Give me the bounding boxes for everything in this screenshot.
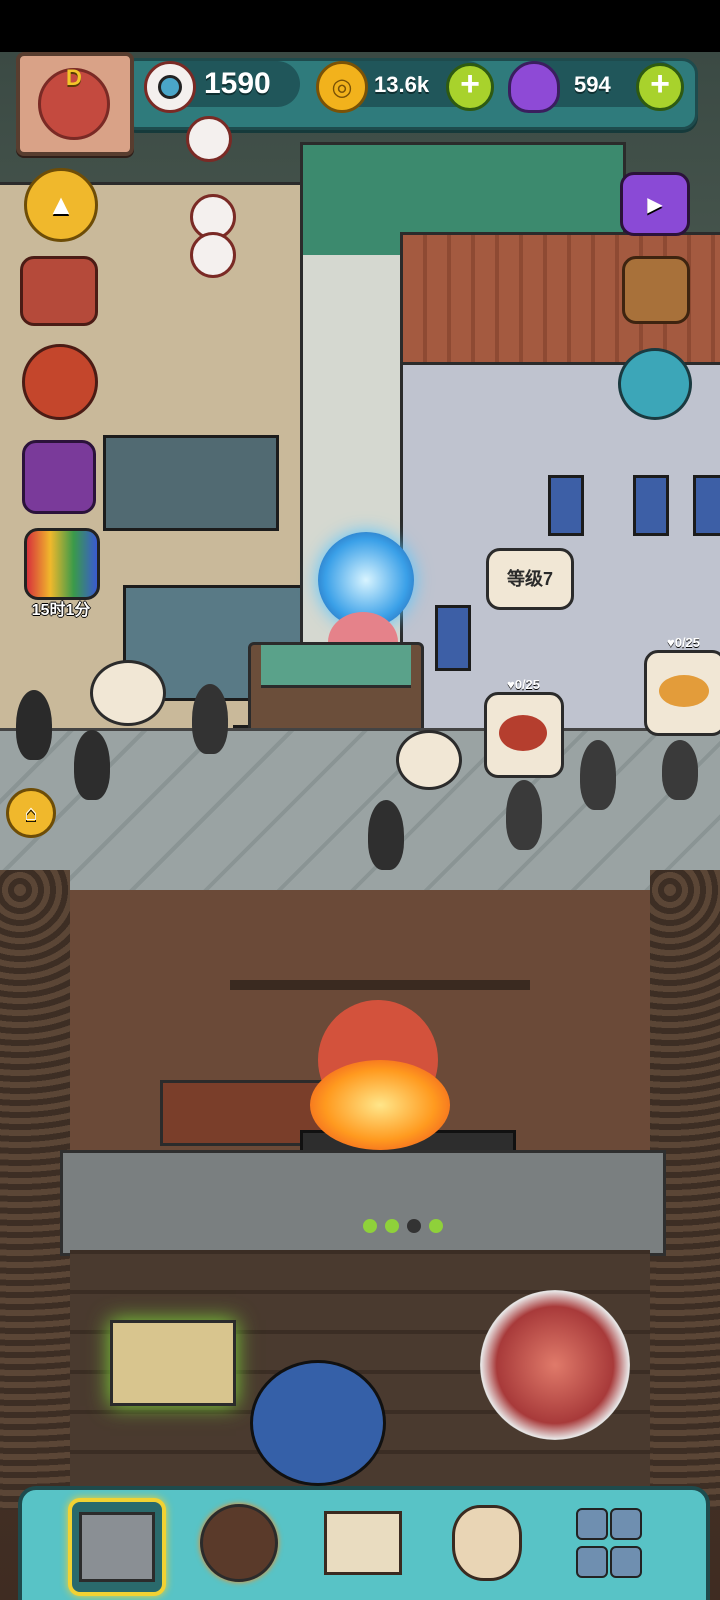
game-screen: 等级7 ♥0/25 ♥0/25 D 1590 ◎ 13.6k + 594 + ▲… — [0, 0, 720, 1600]
nav-grid-button[interactable] — [562, 1498, 652, 1588]
event-gift-icon[interactable] — [24, 528, 100, 600]
potion-count: 594 — [574, 72, 611, 97]
restaurant-icon — [79, 1512, 155, 1582]
nav-monster-button[interactable] — [194, 1498, 284, 1588]
grid-icon — [576, 1508, 642, 1578]
order-count: ♥0/25 — [667, 635, 701, 650]
customer[interactable] — [580, 740, 616, 810]
dish-icon — [659, 675, 709, 707]
customer[interactable] — [16, 690, 52, 760]
eyeball-counter: 1590 — [144, 61, 300, 113]
home-icon[interactable]: ⌂ — [6, 788, 56, 838]
play-icon: ▶ — [647, 193, 663, 216]
order-count: ♥0/25 — [507, 677, 541, 692]
eyeball-icon — [144, 61, 196, 113]
event-timer: 15时1分 — [31, 602, 91, 619]
customer[interactable] — [506, 780, 542, 850]
building-window — [103, 435, 279, 531]
book-icon — [324, 1511, 402, 1575]
eyeball-reward[interactable] — [190, 232, 236, 278]
customer[interactable] — [74, 730, 110, 800]
level-bubble[interactable]: 等级7 — [486, 548, 574, 610]
coin-counter: ◎ 13.6k + — [316, 61, 494, 113]
customer[interactable] — [192, 684, 228, 754]
kitchen-light — [363, 1219, 377, 1233]
level-text: 等级7 — [506, 569, 553, 589]
nav-restaurant-button[interactable] — [68, 1498, 166, 1596]
kitchen-shelf — [230, 980, 530, 990]
add-coins-button[interactable]: + — [446, 63, 494, 111]
chevron-up-icon: ▲ — [47, 189, 75, 220]
top-hud: D 1590 ◎ 13.6k + 594 + — [0, 52, 720, 156]
order-bubble[interactable]: ♥0/25 — [484, 677, 564, 778]
building-window — [435, 605, 471, 671]
tv-ad-icon[interactable]: ▶ — [620, 172, 690, 236]
monster-icon — [200, 1504, 278, 1582]
dish-icon — [499, 715, 547, 751]
swirl-portal[interactable] — [480, 1290, 630, 1440]
gift-box-icon[interactable] — [20, 256, 98, 326]
collapse-up-button[interactable]: ▲ — [24, 168, 98, 242]
kitchen-light — [407, 1219, 421, 1233]
thought-bubble[interactable] — [396, 730, 462, 790]
nav-recipes-button[interactable] — [318, 1498, 408, 1588]
monster-eggs-icon[interactable] — [618, 348, 692, 420]
player-avatar[interactable]: D — [16, 52, 134, 156]
kitchen-floor — [60, 1150, 666, 1256]
potion-counter: 594 + — [508, 61, 684, 113]
coin-count: 13.6k — [374, 72, 430, 97]
status-bar — [0, 0, 720, 52]
order-bubble[interactable]: ♥0/25 — [644, 635, 720, 736]
nav-shop-button[interactable] — [442, 1498, 532, 1588]
cards-icon[interactable] — [22, 440, 96, 514]
coin-icon: ◎ — [316, 61, 368, 113]
building-window — [548, 475, 584, 536]
eyeball-count: 1590 — [204, 67, 271, 100]
backpack-icon[interactable] — [622, 256, 690, 324]
cauldron-monster[interactable] — [250, 1360, 386, 1486]
potion-icon — [508, 61, 560, 113]
building-window — [633, 475, 669, 536]
kitchen-light — [385, 1219, 399, 1233]
spell-book[interactable] — [110, 1320, 236, 1406]
fire-effect — [310, 1060, 450, 1150]
kitchen-light — [429, 1219, 443, 1233]
fruit-basket-icon[interactable] — [22, 344, 98, 420]
avatar-face: D — [38, 65, 110, 140]
add-potions-button[interactable]: + — [636, 63, 684, 111]
customer[interactable] — [662, 740, 698, 800]
bottom-nav — [18, 1486, 710, 1600]
building-window — [693, 475, 720, 536]
coin-bag-icon — [452, 1505, 522, 1581]
thought-bubble[interactable] — [90, 660, 166, 726]
eyeball-reward[interactable] — [186, 116, 232, 162]
customer[interactable] — [368, 800, 404, 870]
avatar-rank-letter: D — [66, 65, 82, 90]
cellar-room[interactable] — [70, 1250, 650, 1490]
